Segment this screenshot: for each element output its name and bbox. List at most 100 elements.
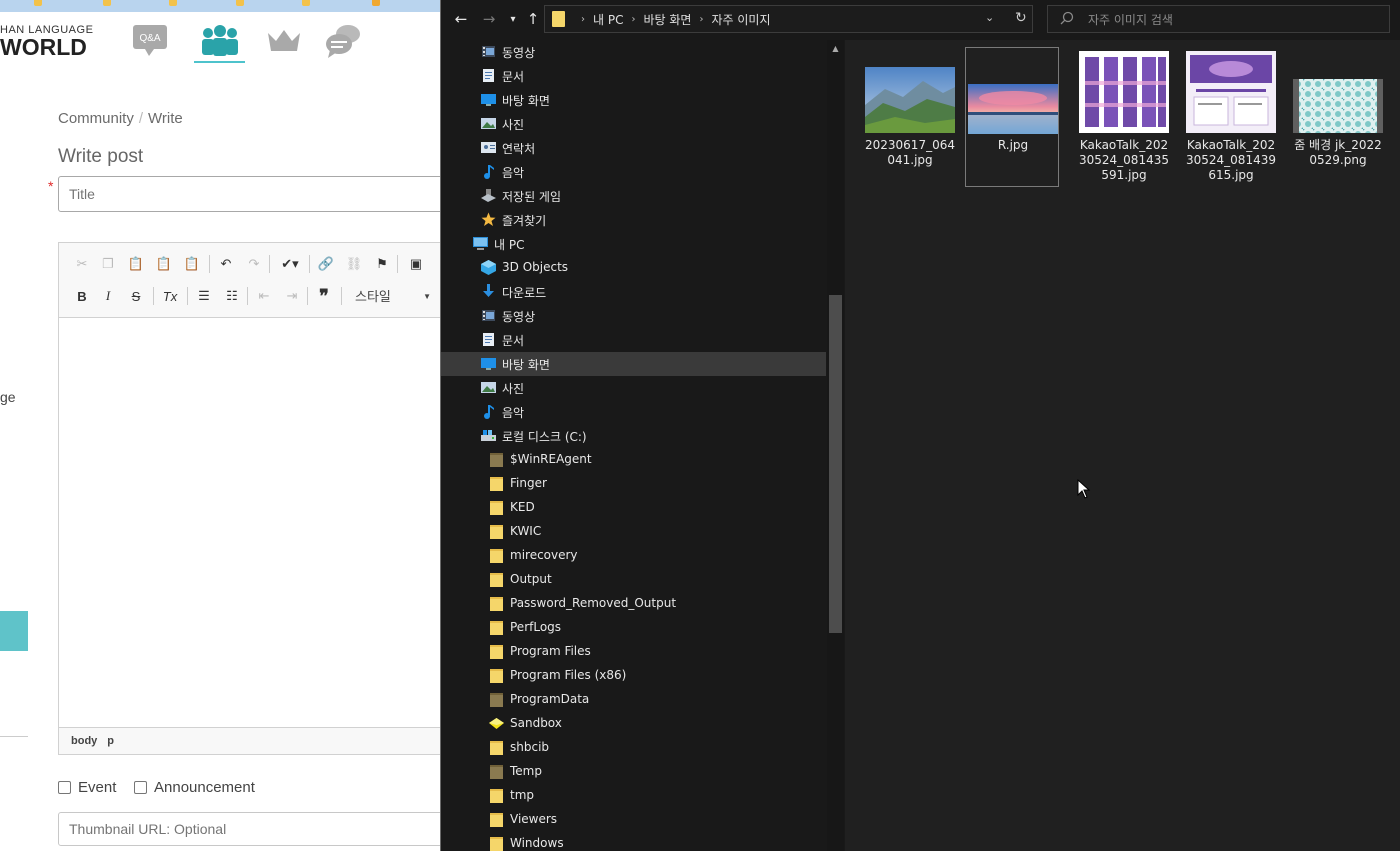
announcement-checkbox[interactable]: Announcement (134, 779, 255, 796)
tab-favicon[interactable] (372, 0, 380, 6)
nav-item[interactable]: 다운로드 (441, 280, 826, 304)
nav-item[interactable]: Program Files (441, 640, 826, 664)
refresh-icon[interactable]: ↻ (1015, 10, 1027, 26)
nav-item[interactable]: PerfLogs (441, 616, 826, 640)
spellcheck-icon[interactable]: ✔▾ (275, 254, 305, 274)
chevron-right-icon[interactable]: › (699, 14, 703, 25)
nav-chat[interactable] (318, 20, 370, 62)
file-item[interactable]: 줌 배경 jk_20220529.png (1291, 47, 1385, 187)
nav-scrollbar-thumb[interactable] (829, 295, 842, 633)
nav-qa[interactable]: Q&A (124, 20, 176, 62)
undo-icon[interactable]: ↶ (215, 254, 237, 274)
crumb-this-pc[interactable]: 내 PC (593, 11, 623, 28)
nav-item[interactable]: Program Files (x86) (441, 664, 826, 688)
folder-icon (490, 813, 503, 827)
remove-format-icon[interactable]: Tx (159, 286, 181, 306)
outdent-icon[interactable]: ⇤ (253, 286, 275, 306)
nav-ranking[interactable] (258, 20, 310, 62)
nav-item[interactable]: Password_Removed_Output (441, 592, 826, 616)
chevron-right-icon[interactable]: › (581, 14, 585, 25)
anchor-flag-icon[interactable]: ⚑ (371, 254, 393, 274)
nav-item[interactable]: 문서 (441, 328, 826, 352)
numbered-list-icon[interactable]: ☰ (193, 286, 215, 306)
tab-favicon[interactable] (169, 0, 177, 6)
nav-item[interactable]: mirecovery (441, 544, 826, 568)
path-body[interactable]: body (71, 735, 97, 747)
scroll-up-arrow-icon[interactable]: ▲ (827, 44, 844, 56)
up-arrow-icon[interactable]: ↑ (523, 9, 543, 29)
image-icon[interactable]: ▣ (405, 254, 427, 274)
nav-item[interactable]: 3D Objects (441, 256, 826, 280)
paste-word-icon[interactable]: 📋 (181, 254, 203, 274)
tab-favicon[interactable] (103, 0, 111, 6)
title-input[interactable] (58, 176, 440, 212)
search-input[interactable]: 자주 이미지 검색 (1047, 5, 1390, 33)
strikethrough-icon[interactable]: S (125, 286, 147, 306)
announcement-checkbox-box[interactable] (134, 781, 147, 794)
nav-item[interactable]: 문서 (441, 64, 826, 88)
nav-item[interactable]: 내 PC (441, 232, 826, 256)
nav-item[interactable]: 연락처 (441, 136, 826, 160)
file-item[interactable]: 20230617_064041.jpg (863, 47, 957, 187)
paste-text-icon[interactable]: 📋 (153, 254, 175, 274)
redo-icon[interactable]: ↷ (243, 254, 265, 274)
path-p[interactable]: p (107, 735, 114, 747)
style-dropdown[interactable]: 스타일 ▼ (347, 286, 437, 308)
address-bar[interactable]: › 내 PC › 바탕 화면 › 자주 이미지 ⌄ ↻ (544, 5, 1033, 33)
tab-favicon[interactable] (34, 0, 42, 6)
file-item[interactable]: KakaoTalk_20230524_081435591.jpg (1077, 47, 1171, 187)
italic-icon[interactable]: I (97, 286, 119, 306)
nav-item[interactable]: 로컬 디스크 (C:) (441, 424, 826, 448)
forward-arrow-icon[interactable]: → (479, 9, 499, 29)
nav-item[interactable]: Output (441, 568, 826, 592)
tab-favicon[interactable] (302, 0, 310, 6)
nav-item[interactable]: KWIC (441, 520, 826, 544)
nav-item[interactable]: Windows (441, 832, 826, 851)
tab-favicon[interactable] (236, 0, 244, 6)
sidebar-button-fragment[interactable] (0, 611, 28, 651)
nav-item[interactable]: 저장된 게임 (441, 184, 826, 208)
nav-item[interactable]: shbcib (441, 736, 826, 760)
blockquote-icon[interactable]: ❞ (313, 286, 335, 306)
event-checkbox[interactable]: Event (58, 779, 116, 796)
nav-item[interactable]: Sandbox (441, 712, 826, 736)
event-checkbox-box[interactable] (58, 781, 71, 794)
nav-item[interactable]: 음악 (441, 160, 826, 184)
back-arrow-icon[interactable]: ← (451, 9, 471, 29)
indent-icon[interactable]: ⇥ (281, 286, 303, 306)
breadcrumb-community[interactable]: Community (58, 110, 134, 127)
nav-item[interactable]: Temp (441, 760, 826, 784)
file-thumbnail (1079, 51, 1169, 133)
crumb-desktop[interactable]: 바탕 화면 (643, 11, 691, 28)
nav-item[interactable]: 즐겨찾기 (441, 208, 826, 232)
nav-item[interactable]: 사진 (441, 112, 826, 136)
nav-item[interactable]: KED (441, 496, 826, 520)
nav-item[interactable]: 음악 (441, 400, 826, 424)
file-item[interactable]: KakaoTalk_20230524_081439615.jpg (1184, 47, 1278, 187)
bulleted-list-icon[interactable]: ☷ (221, 286, 243, 306)
nav-item[interactable]: 바탕 화면 (441, 352, 826, 376)
nav-item[interactable]: Viewers (441, 808, 826, 832)
bold-icon[interactable]: B (71, 286, 93, 306)
nav-item[interactable]: tmp (441, 784, 826, 808)
nav-item[interactable]: $WinREAgent (441, 448, 826, 472)
paste-icon[interactable]: 📋 (125, 254, 147, 274)
unlink-icon[interactable]: ⛓ (343, 254, 365, 274)
file-item[interactable]: R.jpg (965, 47, 1059, 187)
nav-community[interactable] (194, 20, 246, 62)
chevron-right-icon[interactable]: › (631, 14, 635, 25)
copy-icon[interactable]: ❐ (97, 254, 119, 274)
link-icon[interactable]: 🔗 (315, 254, 337, 274)
thumbnail-url-input[interactable] (58, 812, 440, 846)
site-logo[interactable]: WORLD (0, 34, 87, 61)
cut-icon[interactable]: ✂ (71, 254, 93, 274)
address-history-chevron-icon[interactable]: ⌄ (985, 11, 994, 24)
nav-item[interactable]: 바탕 화면 (441, 88, 826, 112)
nav-item[interactable]: 동영상 (441, 304, 826, 328)
crumb-current-folder[interactable]: 자주 이미지 (711, 11, 770, 28)
nav-item[interactable]: 사진 (441, 376, 826, 400)
nav-item[interactable]: Finger (441, 472, 826, 496)
recent-locations-chevron-icon[interactable]: ▾ (503, 9, 523, 29)
nav-item[interactable]: ProgramData (441, 688, 826, 712)
nav-item[interactable]: 동영상 (441, 40, 826, 64)
